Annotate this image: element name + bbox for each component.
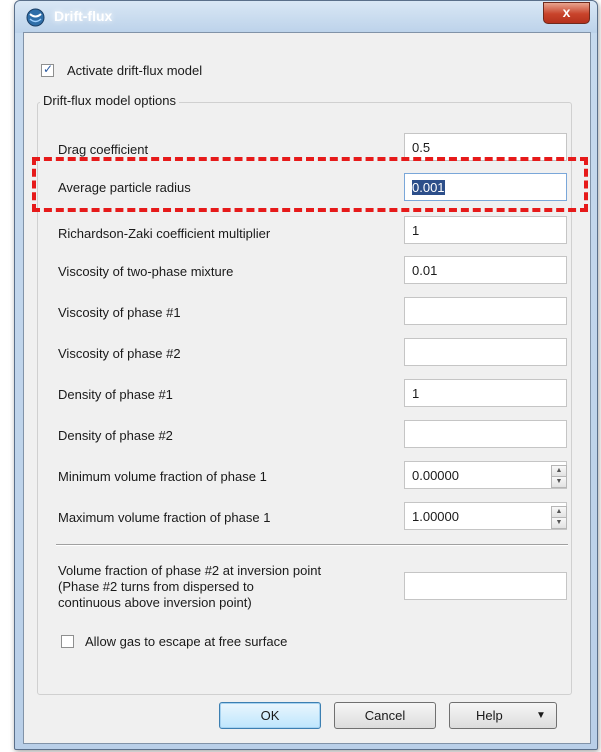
spin-down-icon[interactable]: ▼ xyxy=(551,517,567,529)
density-phase2-label: Density of phase #2 xyxy=(58,428,173,443)
mixture-viscosity-input[interactable]: 0.01 xyxy=(404,256,567,284)
annotation-highlight-box xyxy=(32,157,588,212)
checkmark-icon: ✓ xyxy=(43,62,54,76)
inversion-point-input[interactable] xyxy=(404,572,567,600)
help-button-label: Help xyxy=(476,708,503,723)
allow-gas-label: Allow gas to escape at free surface xyxy=(85,634,288,649)
spin-down-icon[interactable]: ▼ xyxy=(551,476,567,488)
max-volume-fraction-input[interactable]: 1.00000 xyxy=(404,502,567,530)
window-title: Drift-flux xyxy=(54,8,113,24)
close-button[interactable]: x xyxy=(543,2,590,24)
inversion-label-line2: (Phase #2 turns from dispersed to xyxy=(58,579,254,594)
activate-label: Activate drift-flux model xyxy=(67,63,203,78)
viscosity-phase1-input[interactable] xyxy=(404,297,567,325)
activate-checkbox[interactable]: ✓ xyxy=(41,62,54,77)
mixture-viscosity-label: Viscosity of two-phase mixture xyxy=(58,264,234,279)
cancel-button[interactable]: Cancel xyxy=(334,702,436,729)
richardson-zaki-label: Richardson-Zaki coefficient multiplier xyxy=(58,226,271,241)
ok-button[interactable]: OK xyxy=(219,702,321,729)
density-phase2-input[interactable] xyxy=(404,420,567,448)
inversion-label-line1: Volume fraction of phase #2 at inversion… xyxy=(58,563,322,578)
min-volume-fraction-spinner[interactable]: ▲ ▼ xyxy=(551,465,567,488)
density-phase1-input[interactable]: 1 xyxy=(404,379,567,407)
inversion-label-line3: continuous above inversion point) xyxy=(58,595,252,610)
section-divider xyxy=(56,544,568,546)
options-group-title: Drift-flux model options xyxy=(40,93,179,108)
viscosity-phase2-label: Viscosity of phase #2 xyxy=(58,346,181,361)
min-volume-fraction-label: Minimum volume fraction of phase 1 xyxy=(58,469,267,484)
dropdown-arrow-icon[interactable]: ▼ xyxy=(536,703,546,728)
viscosity-phase1-label: Viscosity of phase #1 xyxy=(58,305,181,320)
drag-coefficient-label: Drag coefficient xyxy=(58,142,149,157)
app-logo-icon xyxy=(26,8,45,27)
help-button[interactable]: Help ▼ xyxy=(449,702,557,729)
viscosity-phase2-input[interactable] xyxy=(404,338,567,366)
allow-gas-checkbox[interactable] xyxy=(61,635,74,648)
density-phase1-label: Density of phase #1 xyxy=(58,387,173,402)
inversion-point-label: Volume fraction of phase #2 at inversion… xyxy=(58,563,321,611)
max-volume-fraction-spinner[interactable]: ▲ ▼ xyxy=(551,506,567,529)
richardson-zaki-input[interactable]: 1 xyxy=(404,216,567,244)
title-bar[interactable]: Drift-flux x xyxy=(15,1,597,33)
min-volume-fraction-input[interactable]: 0.00000 xyxy=(404,461,567,489)
max-volume-fraction-label: Maximum volume fraction of phase 1 xyxy=(58,510,271,525)
